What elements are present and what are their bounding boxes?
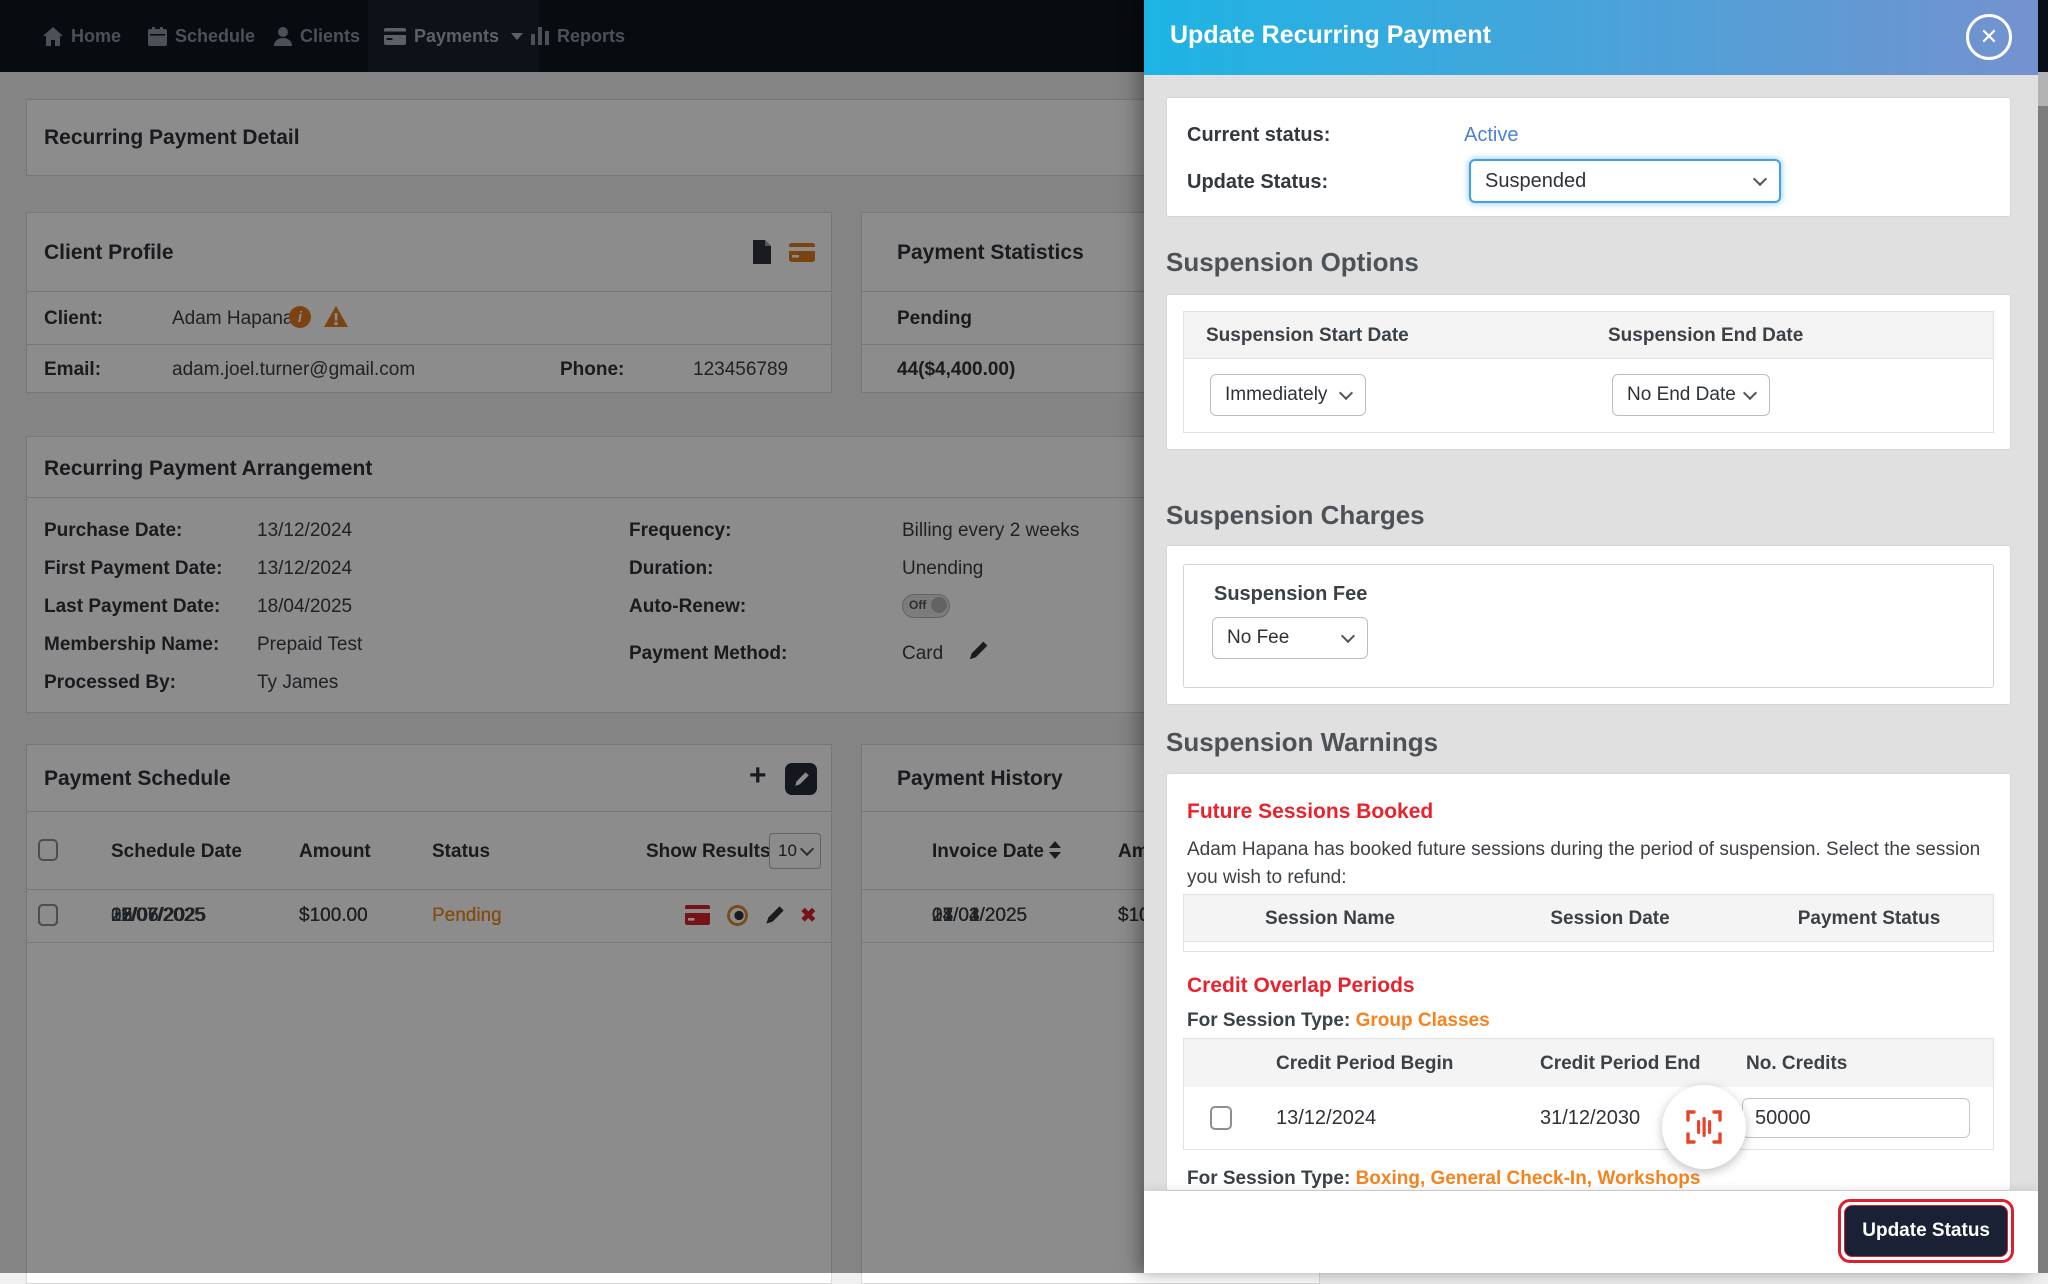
update-status-button[interactable]: Update Status xyxy=(1844,1205,2008,1257)
future-sessions-description: Adam Hapana has booked future sessions d… xyxy=(1187,839,1981,888)
suspension-fee-value: No Fee xyxy=(1227,627,1290,648)
session-type-label: For Session Type: xyxy=(1187,1010,1351,1031)
future-sessions-title: Future Sessions Booked xyxy=(1187,800,1434,823)
suspension-charges-card: Suspension Fee No Fee xyxy=(1166,545,2011,705)
col-suspension-end: Suspension End Date xyxy=(1608,325,1804,346)
session-type-line-2: For Session Type: Boxing, General Check-… xyxy=(1187,1168,1700,1190)
suspension-end-value: No End Date xyxy=(1627,384,1736,405)
suspension-fee-select[interactable]: No Fee xyxy=(1212,617,1368,659)
status-card: Current status: Active Update Status: Su… xyxy=(1166,97,2011,217)
suspension-start-value: Immediately xyxy=(1225,384,1328,405)
update-status-select[interactable]: Suspended xyxy=(1469,159,1781,203)
modal-body: Current status: Active Update Status: Su… xyxy=(1144,75,2038,1191)
scrollbar-track-top xyxy=(2038,0,2048,72)
barcode-cursor-icon xyxy=(1662,1085,1746,1169)
col-suspension-start: Suspension Start Date xyxy=(1206,325,1409,346)
credit-period-begin: 13/12/2024 xyxy=(1276,1107,1377,1129)
update-recurring-payment-modal: Update Recurring Payment ✕ Current statu… xyxy=(1144,0,2038,1273)
suspension-charges-heading: Suspension Charges xyxy=(1166,500,1425,530)
credit-row-checkbox[interactable] xyxy=(1210,1106,1232,1130)
suspension-fee-label: Suspension Fee xyxy=(1214,583,1368,605)
col-session-name: Session Name xyxy=(1265,908,1395,929)
modal-header: Update Recurring Payment ✕ xyxy=(1144,0,2038,75)
credit-period-end: 31/12/2030 xyxy=(1540,1107,1641,1129)
col-credit-begin: Credit Period Begin xyxy=(1276,1053,1454,1074)
suspension-warnings-heading: Suspension Warnings xyxy=(1166,727,1439,757)
update-status-value: Suspended xyxy=(1485,169,1587,192)
session-type-line-1: For Session Type: Group Classes xyxy=(1187,1010,1490,1032)
modal-footer: Update Status xyxy=(1144,1191,2038,1273)
col-no-credits: No. Credits xyxy=(1746,1053,1848,1074)
chevron-down-icon xyxy=(1742,385,1758,401)
modal-title: Update Recurring Payment xyxy=(1170,21,1491,49)
credit-overlap-title: Credit Overlap Periods xyxy=(1187,974,1415,997)
col-session-date: Session Date xyxy=(1550,908,1670,929)
chevron-down-icon xyxy=(1340,628,1356,644)
scrollbar-track xyxy=(2038,106,2048,1273)
update-status-label: Update Status: xyxy=(1187,171,1329,193)
close-icon[interactable]: ✕ xyxy=(1966,14,2012,60)
col-credit-end: Credit Period End xyxy=(1540,1053,1701,1074)
page-scrollbar xyxy=(2038,0,2048,1273)
credit-overlap-row: 13/12/2024 31/12/2030 xyxy=(1184,1087,1993,1149)
session-type-group-2: Boxing, General Check-In, Workshops xyxy=(1355,1168,1701,1189)
suspension-options-heading: Suspension Options xyxy=(1166,247,1419,277)
chevron-down-icon xyxy=(1752,171,1768,187)
col-payment-status: Payment Status xyxy=(1797,908,1941,929)
chevron-down-icon xyxy=(1338,385,1354,401)
suspension-end-select[interactable]: No End Date xyxy=(1612,374,1770,416)
current-status-label: Current status: xyxy=(1187,124,1331,146)
scrollbar-thumb[interactable] xyxy=(2038,72,2048,106)
current-status-value: Active xyxy=(1464,124,1519,146)
suspension-warnings-card: Future Sessions Booked Adam Hapana has b… xyxy=(1166,773,2011,1191)
session-type-group-1: Group Classes xyxy=(1355,1010,1490,1031)
suspension-start-select[interactable]: Immediately xyxy=(1210,374,1366,416)
update-status-button-ring: Update Status xyxy=(1838,1199,2014,1263)
session-type-label: For Session Type: xyxy=(1187,1168,1351,1189)
credits-input[interactable] xyxy=(1742,1098,1970,1138)
suspension-options-card: Suspension Start Date Suspension End Dat… xyxy=(1166,294,2011,450)
